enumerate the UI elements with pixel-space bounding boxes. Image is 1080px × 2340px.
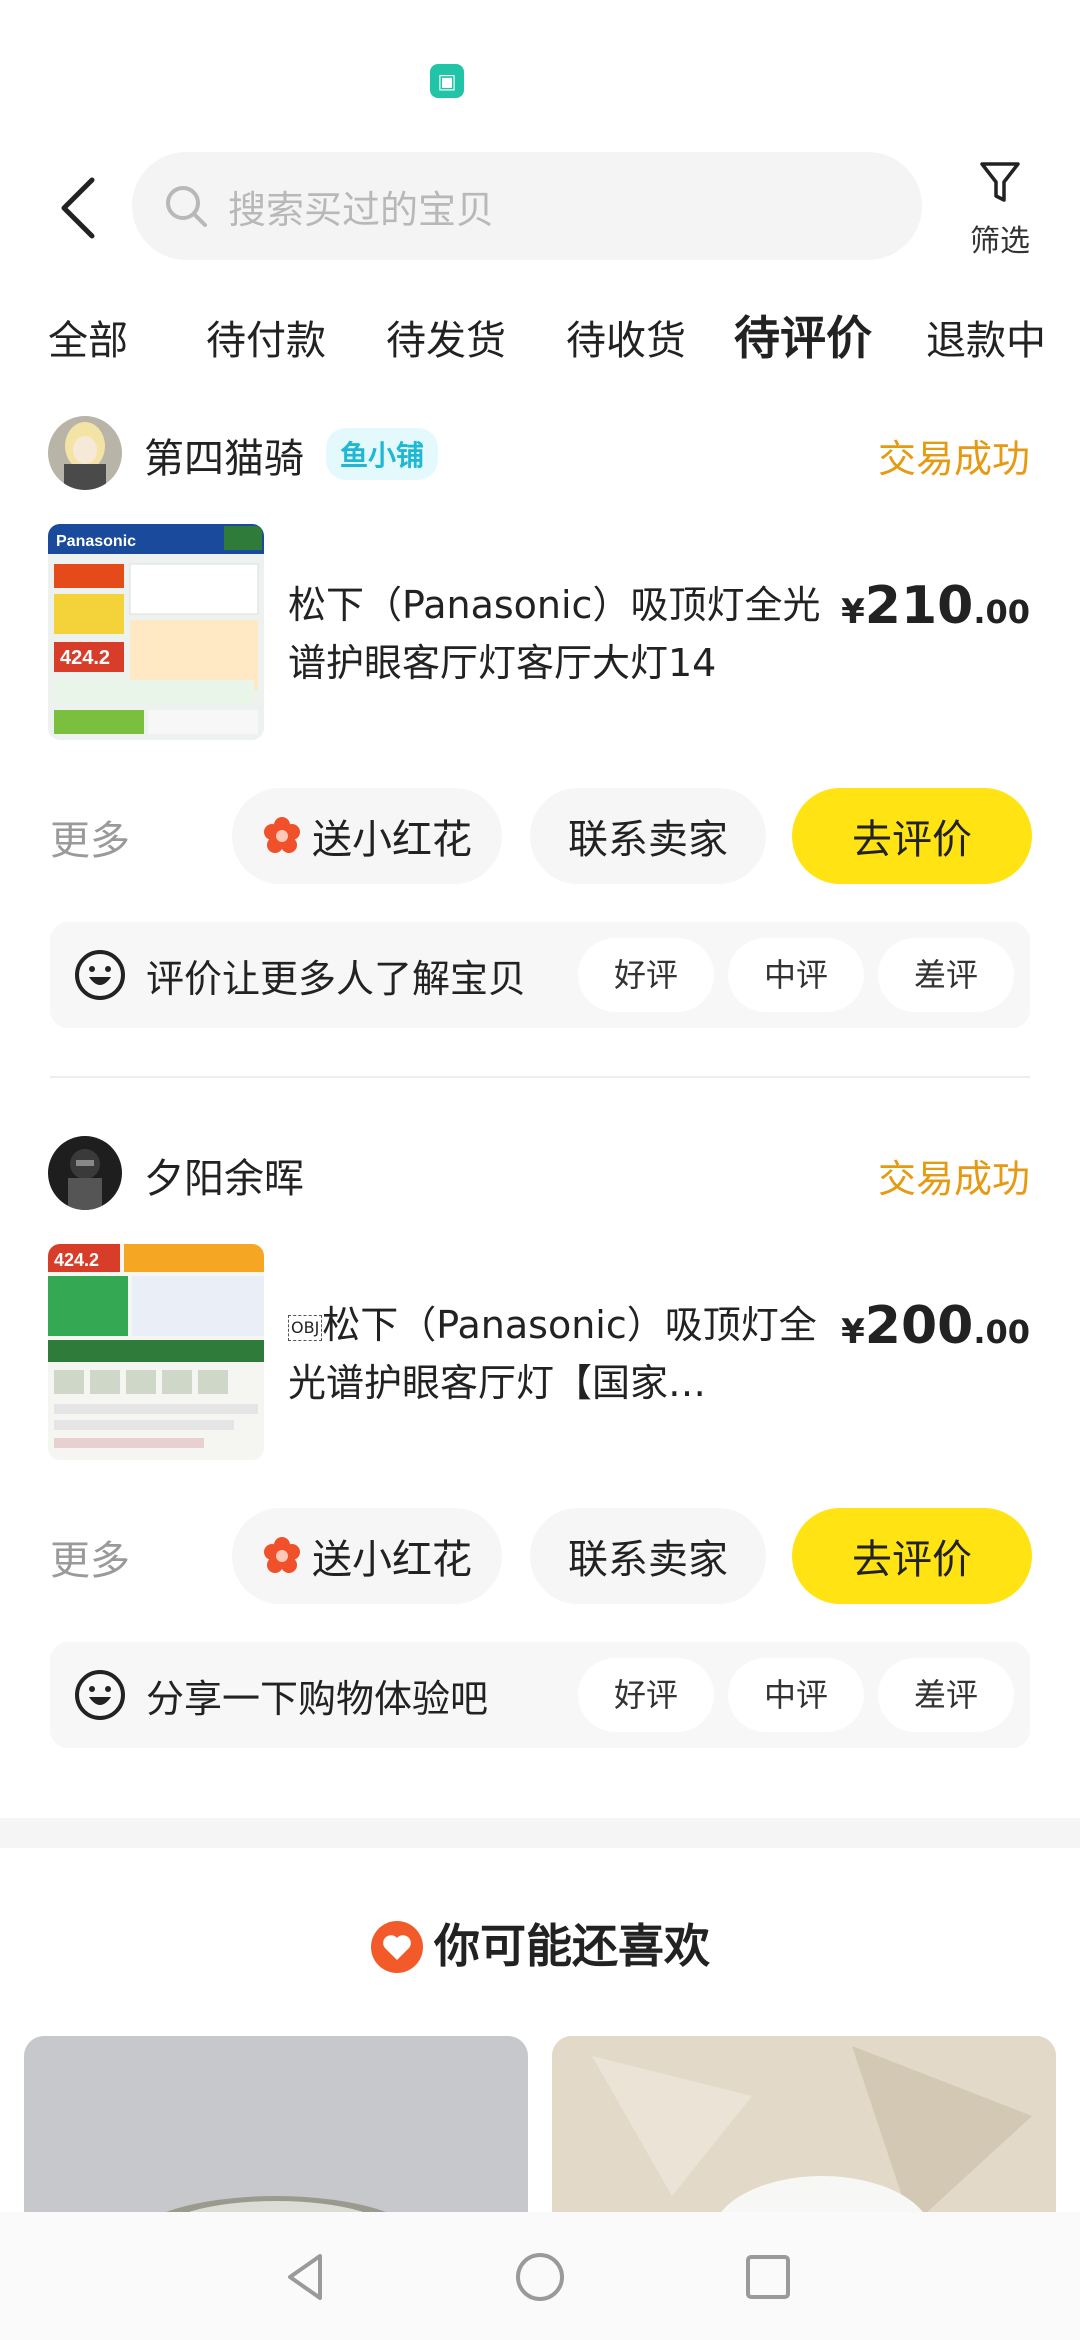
price-currency: ¥	[841, 1312, 865, 1352]
more-button[interactable]: 更多	[50, 1528, 130, 1586]
tab-label: 待评价	[734, 311, 872, 365]
price-integer: 210	[864, 576, 974, 636]
contact-seller-button[interactable]: 联系卖家	[530, 788, 766, 884]
price-decimal: .00	[973, 1313, 1030, 1351]
svg-text:424.2: 424.2	[60, 647, 110, 669]
write-review-label: 去评价	[852, 817, 972, 863]
price-currency: ¥	[841, 592, 865, 632]
product-price: ¥200.00	[841, 1296, 1030, 1356]
write-review-button[interactable]: 去评价	[792, 1508, 1032, 1604]
contact-seller-label: 联系卖家	[568, 1537, 728, 1583]
flower-icon	[264, 1537, 300, 1573]
tab-pending-receipt[interactable]: 待收货	[566, 308, 686, 366]
tab-all[interactable]: 全部	[48, 308, 128, 366]
filter-button[interactable]: 筛选	[960, 160, 1040, 260]
nav-back-button[interactable]	[272, 2242, 342, 2312]
svg-text:424.2: 424.2	[54, 1250, 99, 1270]
tab-label: 全部	[48, 318, 128, 364]
square-recents-icon	[746, 2255, 790, 2299]
circle-home-icon	[516, 2253, 564, 2301]
rating-good-button[interactable]: 好评	[578, 1658, 714, 1732]
send-flower-button[interactable]: 送小红花	[232, 788, 502, 884]
price-decimal: .00	[973, 593, 1030, 631]
product-title[interactable]: OBJ松下（Panasonic）吸顶灯全光谱护眼客厅灯【国家…	[288, 1296, 848, 1412]
obj-placeholder-icon: OBJ	[288, 1314, 323, 1341]
seller-name[interactable]: 夕阳余晖	[144, 1146, 304, 1204]
product-thumbnail[interactable]: Panasonic 424.2	[48, 524, 264, 740]
search-icon	[166, 186, 207, 227]
order-divider	[50, 1076, 1030, 1078]
svg-text:Panasonic: Panasonic	[56, 533, 136, 550]
tab-refunding[interactable]: 退款中	[926, 308, 1046, 366]
flower-icon	[264, 817, 300, 853]
triangle-back-icon	[288, 2254, 322, 2300]
tab-pending-review[interactable]: 待评价	[732, 302, 874, 368]
rating-neutral-button[interactable]: 中评	[728, 938, 864, 1012]
shop-tag: 鱼小铺	[326, 428, 439, 480]
review-prompt-text: 分享一下购物体验吧	[146, 1677, 489, 1721]
price-integer: 200	[864, 1296, 974, 1356]
section-separator	[0, 1818, 1080, 1848]
more-button[interactable]: 更多	[50, 808, 130, 866]
send-flower-button[interactable]: 送小红花	[232, 1508, 502, 1604]
recommend-item-card[interactable]	[552, 2036, 1056, 2236]
seller-avatar[interactable]	[48, 1136, 122, 1210]
recommend-title-text: 你可能还喜欢	[434, 1919, 710, 1973]
send-flower-label: 送小红花	[312, 1537, 472, 1583]
product-title-text: 松下（Panasonic）吸顶灯全光谱护眼客厅灯【国家…	[288, 1303, 817, 1405]
tab-label: 退款中	[926, 318, 1046, 364]
heart-icon	[371, 1921, 423, 1973]
app-notification-icon: ▣	[430, 64, 464, 98]
tab-label: 待收货	[566, 318, 686, 364]
tab-pending-shipment[interactable]: 待发货	[386, 308, 506, 366]
smiley-face-icon	[75, 950, 125, 1000]
review-prompt-bar: 评价让更多人了解宝贝 好评 中评 差评	[50, 922, 1030, 1028]
tab-pending-payment[interactable]: 待付款	[206, 308, 326, 366]
product-title[interactable]: 松下（Panasonic）吸顶灯全光谱护眼客厅灯客厅大灯14	[288, 576, 848, 692]
nav-home-button[interactable]	[505, 2242, 575, 2312]
system-navigation-bar	[0, 2212, 1080, 2340]
funnel-icon	[980, 162, 1020, 202]
write-review-label: 去评价	[852, 1537, 972, 1583]
write-review-button[interactable]: 去评价	[792, 788, 1032, 884]
chevron-left-icon	[61, 177, 95, 239]
rating-bad-button[interactable]: 差评	[878, 938, 1014, 1012]
recommend-title: 你可能还喜欢	[0, 1910, 1080, 1976]
review-prompt-bar: 分享一下购物体验吧 好评 中评 差评	[50, 1642, 1030, 1748]
tab-label: 待发货	[386, 318, 506, 364]
review-prompt-text: 评价让更多人了解宝贝	[146, 957, 527, 1001]
order-tabs: 全部 待付款 待发货 待收货 待评价 退款中	[0, 300, 1080, 370]
product-thumbnail[interactable]: 424.2	[48, 1244, 264, 1460]
order-status: 交易成功	[877, 437, 1030, 481]
recommend-item-card[interactable]	[24, 2036, 528, 2236]
rating-neutral-button[interactable]: 中评	[728, 1658, 864, 1732]
contact-seller-button[interactable]: 联系卖家	[530, 1508, 766, 1604]
back-button[interactable]	[48, 168, 108, 248]
seller-avatar[interactable]	[48, 416, 122, 490]
nav-recents-button[interactable]	[733, 2242, 803, 2312]
tab-label: 待付款	[206, 318, 326, 364]
order-status: 交易成功	[877, 1157, 1030, 1201]
send-flower-label: 送小红花	[312, 817, 472, 863]
search-placeholder: 搜索买过的宝贝	[228, 187, 495, 232]
seller-name[interactable]: 第四猫骑	[144, 426, 304, 484]
search-input[interactable]: 搜索买过的宝贝	[132, 152, 922, 260]
rating-bad-button[interactable]: 差评	[878, 1658, 1014, 1732]
rating-good-button[interactable]: 好评	[578, 938, 714, 1012]
product-price: ¥210.00	[841, 576, 1030, 636]
smiley-face-icon	[75, 1670, 125, 1720]
filter-label: 筛选	[970, 224, 1030, 259]
contact-seller-label: 联系卖家	[568, 817, 728, 863]
